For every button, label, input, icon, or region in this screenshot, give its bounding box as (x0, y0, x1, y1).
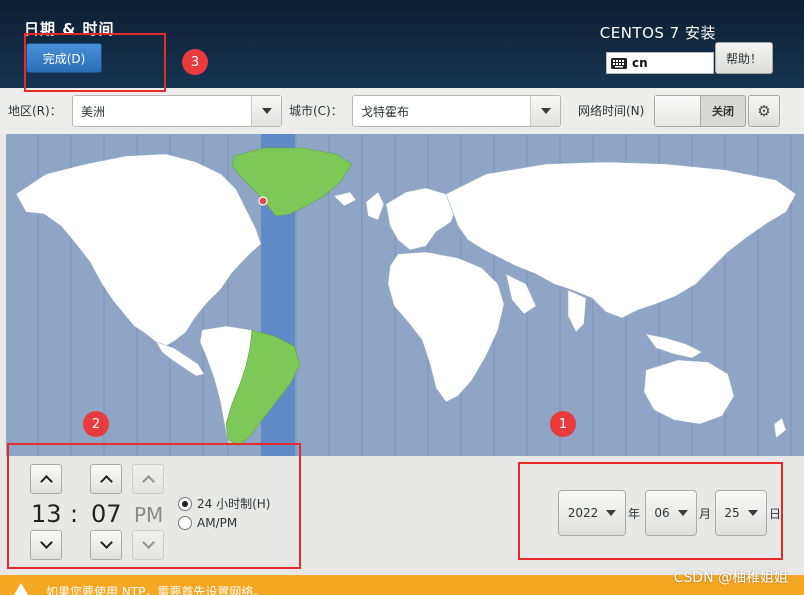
gear-icon: ⚙ (757, 102, 771, 120)
keyboard-layout-label: cn (632, 56, 648, 70)
network-time-switch[interactable]: 关闭 (654, 95, 746, 127)
watermark: CSDN @柚稚姐姐 (673, 570, 788, 586)
timezone-map[interactable] (6, 134, 804, 456)
annotation-box-3 (24, 33, 166, 92)
city-pin-icon[interactable] (258, 196, 268, 206)
annotation-marker-1: 1 (550, 411, 576, 437)
chevron-down-icon[interactable] (251, 96, 281, 126)
keyboard-layout-indicator[interactable]: cn (606, 52, 714, 74)
switch-state-label: 关闭 (712, 105, 734, 118)
help-button[interactable]: 帮助！ (715, 42, 773, 74)
region-label: 地区(R)： (8, 104, 62, 118)
city-select-value: 戈特霍布 (361, 104, 410, 119)
chevron-down-icon[interactable] (530, 96, 560, 126)
warning-icon (14, 583, 28, 595)
city-select[interactable]: 戈特霍布 (352, 95, 561, 127)
region-select[interactable]: 美洲 (72, 95, 282, 127)
annotation-box-2 (7, 443, 301, 569)
ntp-settings-button[interactable]: ⚙ (748, 95, 780, 127)
annotation-marker-3: 3 (182, 49, 208, 75)
switch-knob[interactable] (655, 96, 701, 126)
network-time-label: 网络时间(N) (578, 104, 645, 118)
warning-text: 如果您要使用 NTP，需要首先设置网络。 (46, 585, 266, 595)
annotation-box-1 (518, 462, 783, 560)
region-select-value: 美洲 (81, 104, 106, 119)
city-label: 城市(C)： (289, 104, 343, 118)
keyboard-icon (611, 57, 627, 69)
world-map-svg[interactable] (6, 134, 804, 456)
install-title: CENTOS 7 安装 (599, 24, 716, 42)
annotation-marker-2: 2 (83, 411, 109, 437)
